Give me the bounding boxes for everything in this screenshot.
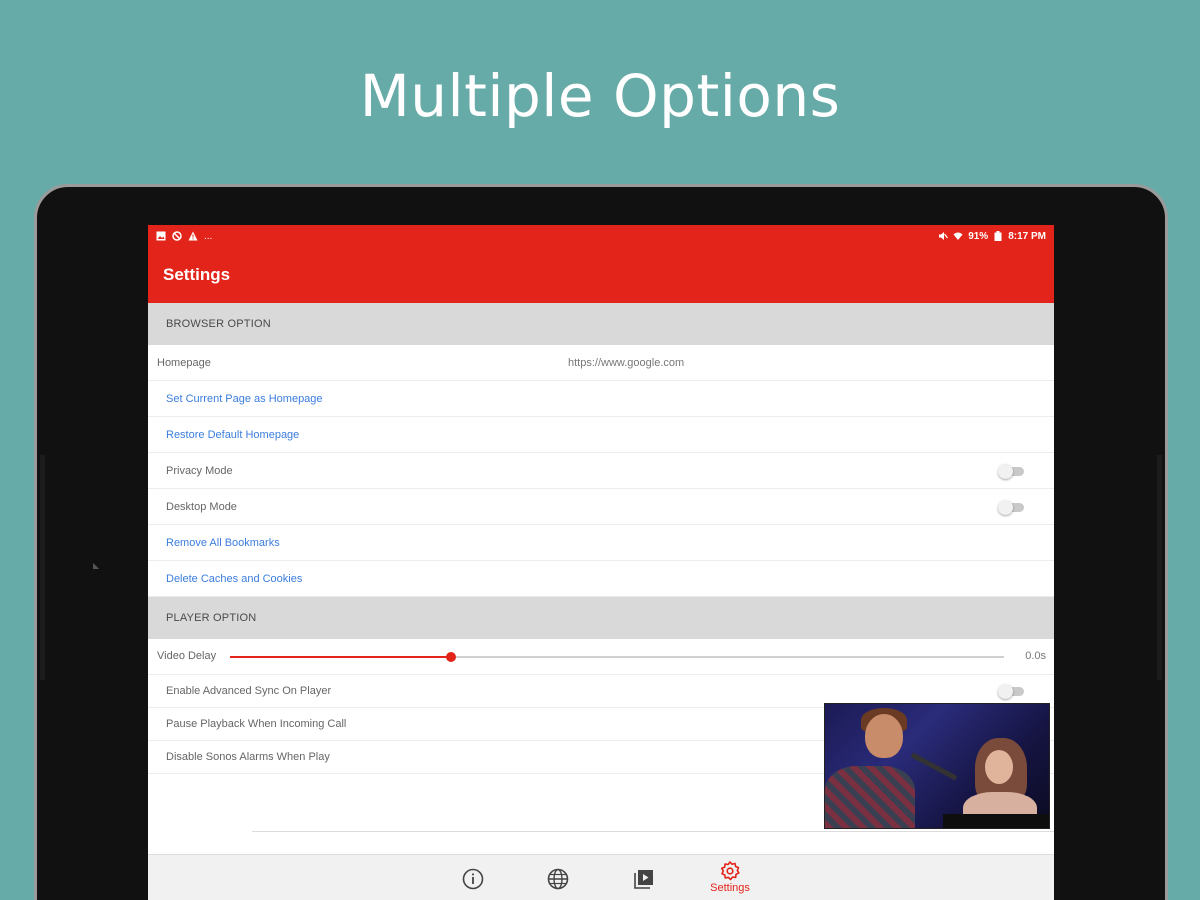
video-delay-value: 0.0s [1025,650,1046,662]
nav-settings-label: Settings [710,882,750,894]
remove-all-bookmarks-link[interactable]: Remove All Bookmarks [148,537,280,549]
page-title: Settings [163,265,231,284]
privacy-mode-label: Privacy Mode [166,464,233,477]
disable-alarms-label: Disable Sonos Alarms When Play [166,751,330,763]
image-icon [156,231,166,241]
desktop-mode-label: Desktop Mode [166,500,237,513]
nav-browser[interactable] [538,855,578,900]
homepage-row[interactable]: Homepage https://www.google.com [148,345,1054,381]
video-frame-detail [825,766,915,828]
nav-settings[interactable]: Settings [710,855,750,900]
video-frame-detail [985,750,1013,784]
globe-icon [547,868,569,890]
toggle-knob [998,463,1013,479]
video-delay-label: Video Delay [157,650,217,662]
remove-all-bookmarks-row[interactable]: Remove All Bookmarks [148,525,1054,561]
nav-info[interactable] [453,855,493,900]
video-frame-detail [865,714,903,758]
homepage-label: Homepage [157,356,211,369]
advanced-sync-label: Enable Advanced Sync On Player [166,685,332,697]
status-bar: ... 91% 8:17 PM [148,225,1054,247]
playlist-icon [634,870,653,889]
desktop-mode-toggle[interactable] [998,499,1026,515]
delete-caches-cookies-row[interactable]: Delete Caches and Cookies [148,561,1054,597]
info-icon [462,868,484,890]
front-sensor-icon: ◣ [93,561,100,570]
toggle-knob [998,684,1013,699]
desktop-mode-row: Desktop Mode [148,489,1054,525]
restore-default-homepage-link[interactable]: Restore Default Homepage [148,429,299,441]
bottom-navigation: Settings [148,854,1054,900]
toggle-knob [998,499,1013,515]
nav-playlist[interactable] [624,855,664,900]
wifi-icon [953,231,963,241]
slider-thumb[interactable] [445,652,456,662]
player-option-header: PLAYER OPTION [148,597,1054,639]
slider-fill [230,656,451,658]
microphone-icon [910,752,958,781]
battery-percent: 91% [968,230,989,242]
partially-hidden-row [148,832,1054,852]
homepage-value[interactable]: https://www.google.com [568,357,684,369]
warning-icon [188,231,198,241]
browser-option-header: BROWSER OPTION [148,303,1054,345]
video-frame-detail [943,814,1049,828]
restore-default-homepage-row[interactable]: Restore Default Homepage [148,417,1054,453]
app-bar: Settings [148,247,1054,303]
promo-headline: Multiple Options [359,62,841,130]
battery-icon [993,231,1003,241]
tablet-side-button [40,455,45,680]
mute-icon [938,231,949,241]
picture-in-picture-video[interactable] [824,703,1050,829]
app-screen: ... 91% 8:17 PM Settings BROWSER OPTION … [148,225,1054,900]
block-icon [172,231,182,241]
pause-playback-label: Pause Playback When Incoming Call [166,718,347,730]
set-current-page-homepage-row[interactable]: Set Current Page as Homepage [148,381,1054,417]
status-overflow: ... [204,230,213,242]
set-current-page-homepage-link[interactable]: Set Current Page as Homepage [148,393,323,405]
status-time: 8:17 PM [1008,230,1046,242]
video-delay-slider[interactable] [230,652,1004,662]
tablet-side-button [1157,455,1162,680]
settings-gear-icon [721,861,740,881]
video-delay-row: Video Delay 0.0s [148,639,1054,675]
advanced-sync-toggle[interactable] [998,684,1026,699]
privacy-mode-toggle[interactable] [998,463,1026,479]
privacy-mode-row: Privacy Mode [148,453,1054,489]
delete-caches-cookies-link[interactable]: Delete Caches and Cookies [148,573,302,585]
